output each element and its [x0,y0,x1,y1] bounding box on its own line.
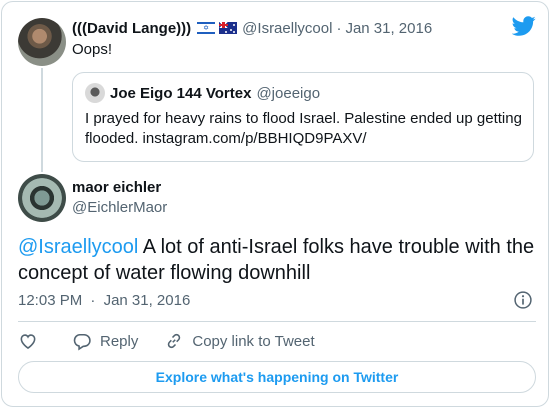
quoted-tweet-header: Joe Eigo 144 Vortex @joeeigo [85,83,320,103]
explore-twitter-button[interactable]: Explore what's happening on Twitter [18,361,536,393]
main-author-name[interactable]: maor eichler [72,178,161,198]
tweet-embed-card: (((David Lange))) ✡ @Israellycool · Jan … [1,1,549,407]
quoted-author-avatar [85,83,105,103]
parent-author-avatar[interactable] [18,18,66,66]
like-button[interactable] [18,331,38,351]
quoted-tweet-text: I prayed for heavy rains to flood Israel… [85,110,522,147]
copy-link-button[interactable]: Copy link to Tweet [164,331,315,351]
timestamp-separator: · [90,292,96,309]
info-icon[interactable] [513,290,533,310]
parent-tweet-text: Oops! [72,41,113,58]
parent-tweet-date[interactable]: Jan 31, 2016 [345,20,432,37]
main-author-avatar[interactable] [18,174,66,222]
parent-tweet-header: (((David Lange))) ✡ @Israellycool · Jan … [72,18,432,38]
copy-link-label: Copy link to Tweet [192,332,315,350]
reply-label: Reply [100,332,139,350]
reply-icon [73,333,91,351]
twitter-bird-icon[interactable] [512,14,536,38]
quoted-author-handle: @joeeigo [256,84,321,102]
actions-divider [18,321,536,322]
tweet-time: 12:03 PM [18,292,83,309]
quoted-tweet[interactable]: Joe Eigo 144 Vortex @joeeigo I prayed fo… [72,72,534,162]
mention-link[interactable]: @Israellycool [18,236,138,258]
parent-author-name[interactable]: (((David Lange))) [72,20,191,37]
link-icon [168,333,181,349]
thread-connector-line [41,68,43,172]
main-tweet-text: @Israellycool A lot of anti-Israel folks… [18,234,538,286]
quoted-author-name: Joe Eigo 144 Vortex [110,84,252,102]
main-author-handle[interactable]: @EichlerMaor [72,198,167,218]
australia-flag-icon [219,22,238,34]
header-separator: · [336,19,342,37]
tweet-actions: Reply Copy link to Tweet [18,330,341,352]
parent-author-handle[interactable]: @Israellycool [242,20,332,37]
heart-icon [20,334,36,350]
israel-flag-icon: ✡ [197,22,216,34]
tweet-timestamp[interactable]: 12:03 PM · Jan 31, 2016 [18,291,190,311]
reply-button[interactable]: Reply [72,331,138,351]
tweet-date: Jan 31, 2016 [103,292,191,309]
